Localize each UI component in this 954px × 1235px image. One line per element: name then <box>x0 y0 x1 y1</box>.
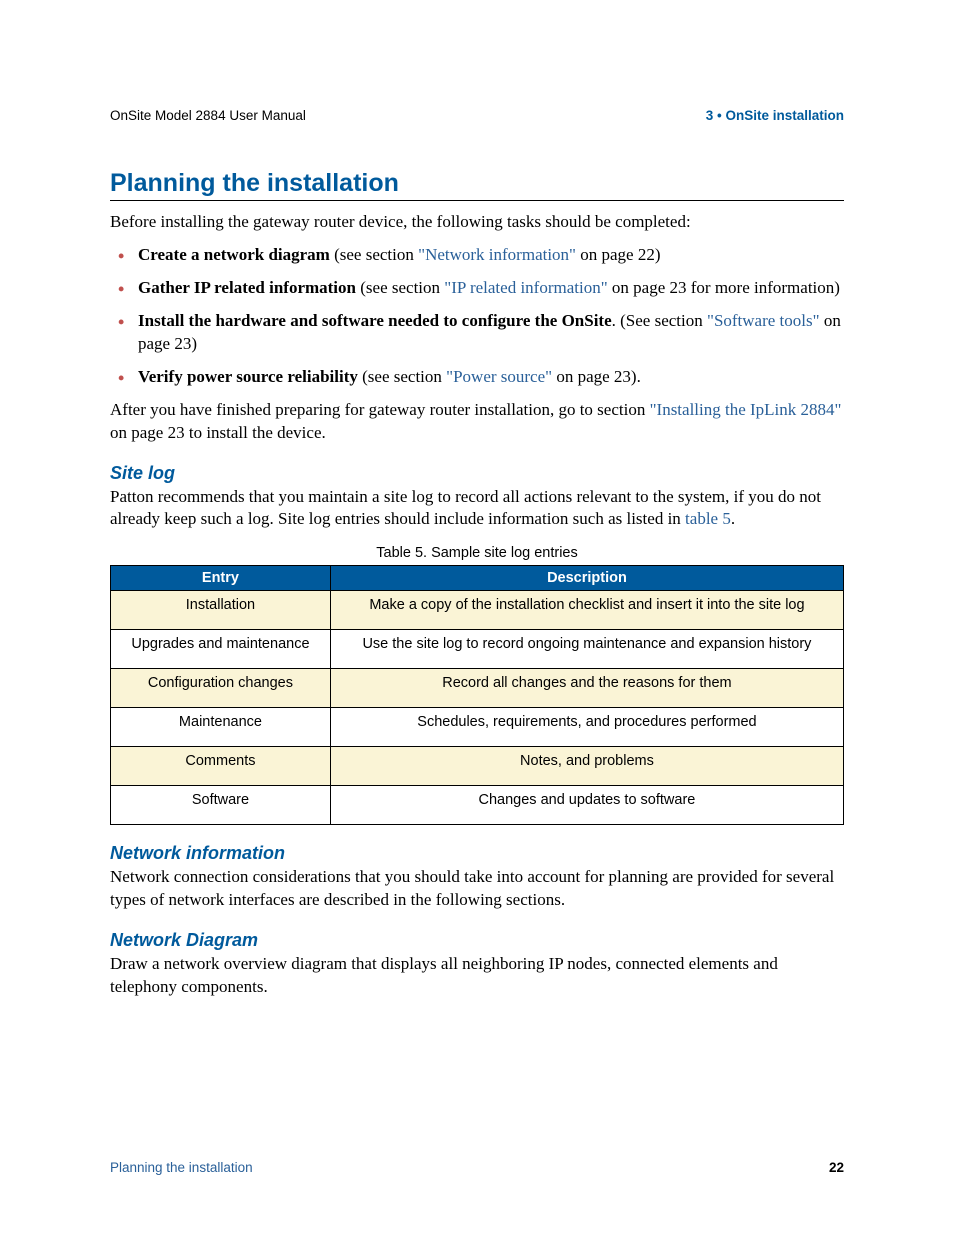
td-desc: Changes and updates to software <box>330 786 843 825</box>
sitelog-text-b: . <box>731 509 735 528</box>
table-row: Software Changes and updates to software <box>111 786 844 825</box>
td-entry: Configuration changes <box>111 669 331 708</box>
running-footer: Planning the installation 22 <box>110 1160 844 1175</box>
list-item: Gather IP related information (see secti… <box>110 277 844 300</box>
table-row: Upgrades and maintenance Use the site lo… <box>111 630 844 669</box>
site-log-table: Entry Description Installation Make a co… <box>110 565 844 825</box>
table-row: Comments Notes, and problems <box>111 747 844 786</box>
network-info-paragraph: Network connection considerations that y… <box>110 866 844 912</box>
page: OnSite Model 2884 User Manual 3 • OnSite… <box>0 0 954 1235</box>
bullet-bold: Install the hardware and software needed… <box>138 311 612 330</box>
after-paragraph: After you have finished preparing for ga… <box>110 399 844 445</box>
link-ip-related-information[interactable]: "IP related information" <box>444 278 607 297</box>
bullet-text: (see section <box>356 278 444 297</box>
bullet-text: (see section <box>330 245 418 264</box>
td-entry: Software <box>111 786 331 825</box>
table-row: Configuration changes Record all changes… <box>111 669 844 708</box>
heading-network-information: Network information <box>110 843 844 864</box>
task-list: Create a network diagram (see section "N… <box>110 244 844 389</box>
after-text-b: on page 23 to install the device. <box>110 423 326 442</box>
heading-site-log: Site log <box>110 463 844 484</box>
td-desc: Notes, and problems <box>330 747 843 786</box>
page-title: Planning the installation <box>110 169 844 198</box>
heading-network-diagram: Network Diagram <box>110 930 844 951</box>
list-item: Install the hardware and software needed… <box>110 310 844 356</box>
table-row: Maintenance Schedules, requirements, and… <box>111 708 844 747</box>
td-desc: Make a copy of the installation checklis… <box>330 591 843 630</box>
bullet-text: on page 23). <box>552 367 641 386</box>
td-desc: Schedules, requirements, and procedures … <box>330 708 843 747</box>
network-diagram-paragraph: Draw a network overview diagram that dis… <box>110 953 844 999</box>
page-number: 22 <box>829 1160 844 1175</box>
list-item: Verify power source reliability (see sec… <box>110 366 844 389</box>
td-desc: Record all changes and the reasons for t… <box>330 669 843 708</box>
after-text-a: After you have finished preparing for ga… <box>110 400 650 419</box>
th-description: Description <box>330 566 843 591</box>
intro-paragraph: Before installing the gateway router dev… <box>110 211 844 234</box>
link-power-source[interactable]: "Power source" <box>446 367 552 386</box>
table-caption: Table 5. Sample site log entries <box>110 545 844 561</box>
link-installing-iplink[interactable]: "Installing the IpLink 2884" <box>650 400 842 419</box>
header-right: 3 • OnSite installation <box>706 108 844 123</box>
link-network-information[interactable]: "Network information" <box>418 245 576 264</box>
table-row: Installation Make a copy of the installa… <box>111 591 844 630</box>
td-entry: Installation <box>111 591 331 630</box>
title-rule <box>110 200 844 201</box>
footer-left: Planning the installation <box>110 1160 253 1175</box>
link-table-5[interactable]: table 5 <box>685 509 731 528</box>
bullet-text: . (See section <box>612 311 707 330</box>
list-item: Create a network diagram (see section "N… <box>110 244 844 267</box>
site-log-paragraph: Patton recommends that you maintain a si… <box>110 486 844 532</box>
bullet-bold: Gather IP related information <box>138 278 356 297</box>
link-software-tools[interactable]: "Software tools" <box>707 311 820 330</box>
th-entry: Entry <box>111 566 331 591</box>
bullet-bold: Create a network diagram <box>138 245 330 264</box>
bullet-text: (see section <box>358 367 446 386</box>
bullet-text: on page 22) <box>576 245 661 264</box>
td-entry: Maintenance <box>111 708 331 747</box>
td-entry: Comments <box>111 747 331 786</box>
td-desc: Use the site log to record ongoing maint… <box>330 630 843 669</box>
header-left: OnSite Model 2884 User Manual <box>110 108 306 123</box>
bullet-bold: Verify power source reliability <box>138 367 358 386</box>
table-header-row: Entry Description <box>111 566 844 591</box>
running-header: OnSite Model 2884 User Manual 3 • OnSite… <box>110 108 844 123</box>
bullet-text: on page 23 for more information) <box>608 278 840 297</box>
td-entry: Upgrades and maintenance <box>111 630 331 669</box>
